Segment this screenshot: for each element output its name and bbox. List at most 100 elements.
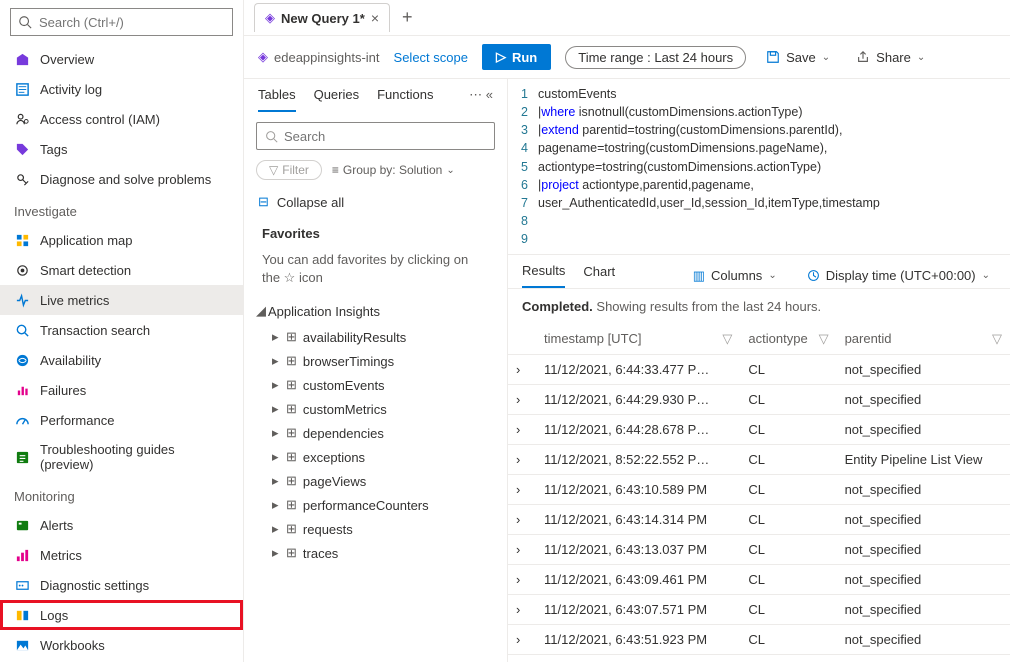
- share-button[interactable]: Share ⌄: [850, 46, 931, 69]
- table-row[interactable]: ›11/12/2021, 6:44:29.930 P…CLnot_specifi…: [508, 385, 1010, 415]
- tab-chart[interactable]: Chart: [583, 264, 615, 287]
- nav-avail[interactable]: Availability: [0, 345, 243, 375]
- nav-overview[interactable]: Overview: [0, 44, 243, 74]
- table-item[interactable]: ▸⊞exceptions: [244, 445, 507, 469]
- left-nav: OverviewActivity logAccess control (IAM)…: [0, 0, 244, 662]
- save-button[interactable]: Save ⌄: [760, 46, 836, 69]
- workbooks-icon: [14, 637, 30, 653]
- table-item[interactable]: ▸⊞performanceCounters: [244, 493, 507, 517]
- filter-label: Filter: [282, 163, 309, 177]
- tables-search[interactable]: [256, 122, 495, 150]
- filter-icon[interactable]: ▽: [819, 331, 829, 347]
- nav-workbooks[interactable]: Workbooks: [0, 630, 243, 660]
- table-item[interactable]: ▸⊞availabilityResults: [244, 325, 507, 349]
- table-icon: ⊞: [286, 353, 297, 369]
- collapse-all-button[interactable]: ⊟ Collapse all: [244, 184, 507, 220]
- tables-search-input[interactable]: [284, 129, 486, 144]
- nav-tags[interactable]: Tags: [0, 134, 243, 164]
- query-tab[interactable]: ◈ New Query 1* ×: [254, 3, 390, 32]
- filter-icon[interactable]: ▽: [992, 331, 1002, 347]
- favorites-hint: You can add favorites by clicking on the…: [244, 247, 507, 297]
- add-tab-button[interactable]: +: [394, 3, 421, 32]
- nav-search[interactable]: Transaction search: [0, 315, 243, 345]
- nav-label: Logs: [40, 608, 68, 623]
- table-row[interactable]: ›11/12/2021, 6:43:13.037 PMCLnot_specifi…: [508, 535, 1010, 565]
- nav-trouble[interactable]: Troubleshooting guides (preview): [0, 435, 243, 479]
- tab-queries[interactable]: Queries: [314, 87, 360, 112]
- table-row[interactable]: ›11/12/2021, 6:43:51.923 PMCLnot_specifi…: [508, 625, 1010, 655]
- table-row[interactable]: ›11/12/2021, 6:44:33.477 P…CLnot_specifi…: [508, 355, 1010, 385]
- close-icon[interactable]: ×: [371, 11, 379, 25]
- column-header[interactable]: parentid▽: [837, 324, 1010, 355]
- more-icon[interactable]: ⋯ «: [469, 87, 493, 112]
- table-item[interactable]: ▸⊞requests: [244, 517, 507, 541]
- table-row[interactable]: ›11/12/2021, 8:52:22.552 P…CLEntity Pipe…: [508, 445, 1010, 475]
- groupby-dropdown[interactable]: ≡ Group by: Solution ⌄: [332, 163, 455, 177]
- filter-icon[interactable]: ▽: [722, 331, 732, 347]
- pin-icon: ◈: [265, 10, 275, 26]
- fail-icon: [14, 382, 30, 398]
- columns-button[interactable]: ▥ Columns ⌄: [687, 264, 783, 288]
- table-row[interactable]: ›11/12/2021, 6:43:55.059 P…CLnot_specifi…: [508, 655, 1010, 662]
- tags-icon: [14, 141, 30, 157]
- filter-button[interactable]: ▽ Filter: [256, 160, 322, 180]
- table-item[interactable]: ▸⊞dependencies: [244, 421, 507, 445]
- table-row[interactable]: ›11/12/2021, 6:44:28.678 P…CLnot_specifi…: [508, 415, 1010, 445]
- expand-icon[interactable]: ›: [508, 355, 536, 385]
- tab-tables[interactable]: Tables: [258, 87, 296, 112]
- tab-results[interactable]: Results: [522, 263, 565, 288]
- sidebar-search[interactable]: [10, 8, 233, 36]
- cell: not_specified: [837, 535, 1010, 565]
- nav-fail[interactable]: Failures: [0, 375, 243, 405]
- table-icon: ⊞: [286, 449, 297, 465]
- table-icon: ⊞: [286, 497, 297, 513]
- avail-icon: [14, 352, 30, 368]
- table-item[interactable]: ▸⊞browserTimings: [244, 349, 507, 373]
- nav-appmap[interactable]: Application map: [0, 225, 243, 255]
- table-row[interactable]: ›11/12/2021, 6:43:09.461 PMCLnot_specifi…: [508, 565, 1010, 595]
- expand-icon[interactable]: ›: [508, 595, 536, 625]
- expand-icon[interactable]: ›: [508, 385, 536, 415]
- nav-smart[interactable]: Smart detection: [0, 255, 243, 285]
- nav-label: Diagnostic settings: [40, 578, 149, 593]
- column-header[interactable]: timestamp [UTC]▽: [536, 324, 740, 355]
- expand-icon[interactable]: ›: [508, 505, 536, 535]
- tab-functions[interactable]: Functions: [377, 87, 433, 112]
- nav-alerts[interactable]: Alerts: [0, 510, 243, 540]
- nav-activity[interactable]: Activity log: [0, 74, 243, 104]
- cell: Entity Pipeline List View: [837, 445, 1010, 475]
- sidebar-search-input[interactable]: [39, 15, 226, 30]
- table-item[interactable]: ▸⊞customEvents: [244, 373, 507, 397]
- nav-iam[interactable]: Access control (IAM): [0, 104, 243, 134]
- expand-icon[interactable]: ›: [508, 565, 536, 595]
- chevron-down-icon: ⌄: [822, 52, 830, 63]
- nav-logs[interactable]: Logs: [0, 600, 243, 630]
- query-editor[interactable]: 1customEvents2|where isnotnull(customDim…: [508, 79, 1010, 255]
- time-range-picker[interactable]: Time range : Last 24 hours: [565, 46, 746, 69]
- table-row[interactable]: ›11/12/2021, 6:43:10.589 PMCLnot_specifi…: [508, 475, 1010, 505]
- table-item[interactable]: ▸⊞pageViews: [244, 469, 507, 493]
- nav-diagnose[interactable]: Diagnose and solve problems: [0, 164, 243, 194]
- table-row[interactable]: ›11/12/2021, 6:43:07.571 PMCLnot_specifi…: [508, 595, 1010, 625]
- nav-diag[interactable]: Diagnostic settings: [0, 570, 243, 600]
- expand-icon[interactable]: ›: [508, 535, 536, 565]
- table-item[interactable]: ▸⊞traces: [244, 541, 507, 565]
- expand-icon[interactable]: ›: [508, 655, 536, 662]
- nav-label: Availability: [40, 353, 101, 368]
- expand-icon[interactable]: ›: [508, 415, 536, 445]
- select-scope-link[interactable]: Select scope: [394, 50, 468, 65]
- tree-group[interactable]: ◢ Application Insights: [244, 297, 507, 325]
- nav-perf[interactable]: Performance: [0, 405, 243, 435]
- cell: not_specified: [837, 385, 1010, 415]
- expand-icon[interactable]: ›: [508, 625, 536, 655]
- nav-live[interactable]: Live metrics: [0, 285, 243, 315]
- display-time-button[interactable]: Display time (UTC+00:00) ⌄: [801, 264, 996, 287]
- expand-icon[interactable]: ›: [508, 445, 536, 475]
- run-button[interactable]: ▷ Run: [482, 44, 551, 70]
- column-header[interactable]: actiontype▽: [740, 324, 836, 355]
- table-item[interactable]: ▸⊞customMetrics: [244, 397, 507, 421]
- table-icon: ⊞: [286, 545, 297, 561]
- expand-icon[interactable]: ›: [508, 475, 536, 505]
- table-row[interactable]: ›11/12/2021, 6:43:14.314 PMCLnot_specifi…: [508, 505, 1010, 535]
- nav-metrics[interactable]: Metrics: [0, 540, 243, 570]
